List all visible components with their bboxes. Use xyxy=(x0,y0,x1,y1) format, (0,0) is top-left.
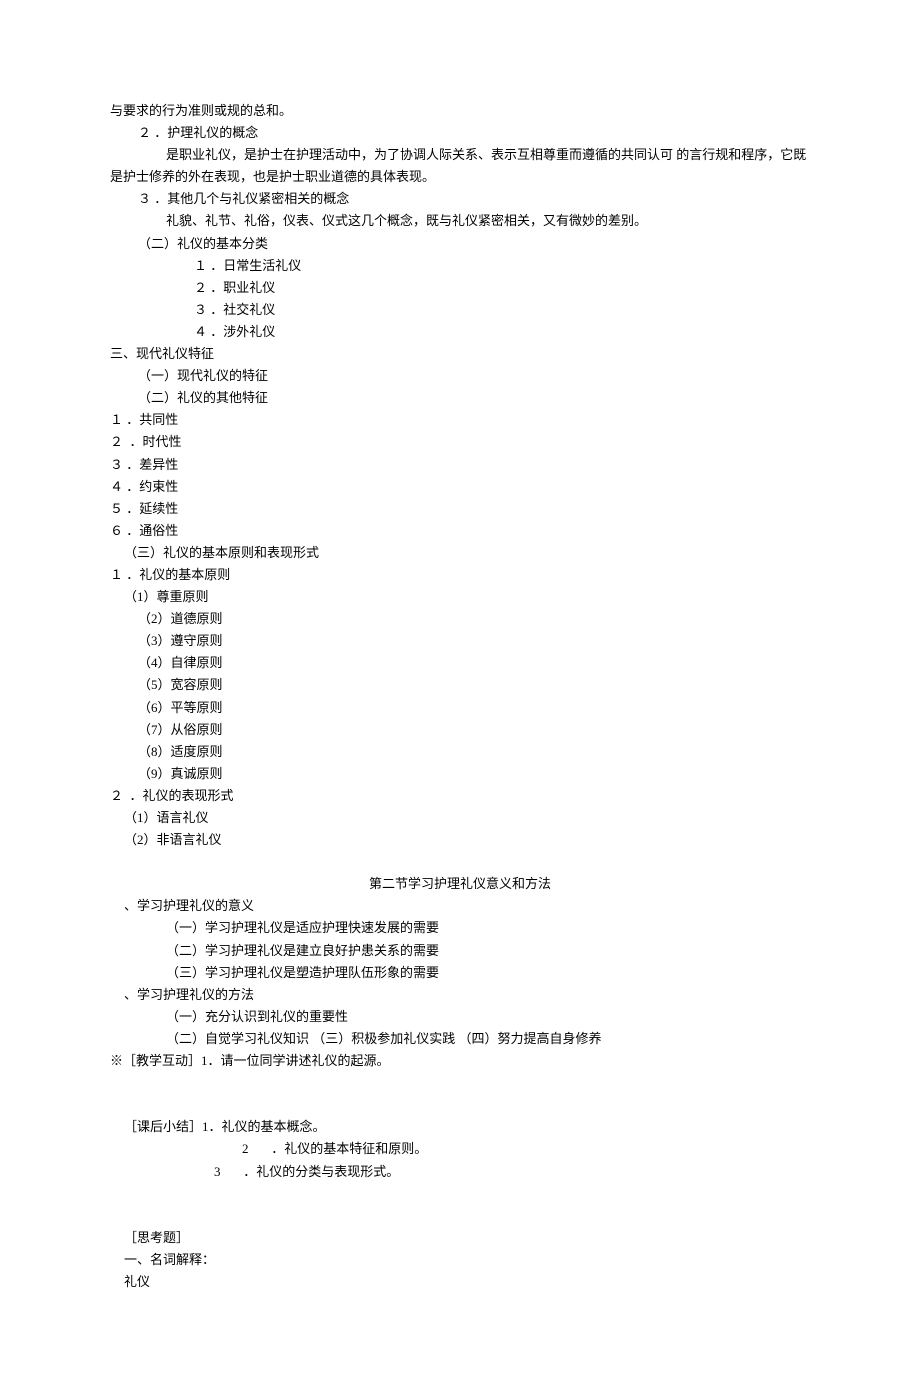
text-line: （7）从俗原则 xyxy=(110,719,810,741)
text-line xyxy=(110,1072,810,1094)
text-line: ２ ．护理礼仪的概念 xyxy=(110,122,810,144)
text-line xyxy=(110,1205,810,1227)
text-line: １ ．礼仪的基本原则 xyxy=(110,564,810,586)
text-line: ２ ．时代性 xyxy=(110,431,810,453)
text-line: （5）宽容原则 xyxy=(110,674,810,696)
text-line: （9）真诚原则 xyxy=(110,763,810,785)
text-line: （6）平等原则 xyxy=(110,697,810,719)
text-line: （1）尊重原则 xyxy=(110,586,810,608)
text-line: （二）礼仪的基本分类 xyxy=(110,233,810,255)
text-line: 2 ．礼仪的基本特征和原则。 xyxy=(110,1138,810,1160)
text-line: ２ ．职业礼仪 xyxy=(110,277,810,299)
text-line: （一）现代礼仪的特征 xyxy=(110,365,810,387)
text-line: （2）非语言礼仪 xyxy=(110,829,810,851)
text-line: （二）礼仪的其他特征 xyxy=(110,387,810,409)
text-line: （二）学习护理礼仪是建立良好护患关系的需要 xyxy=(110,940,810,962)
text-line: （3）遵守原则 xyxy=(110,630,810,652)
text-line: ３ ．其他几个与礼仪紧密相关的概念 xyxy=(110,188,810,210)
text-line: ※［教学互动］1．请一位同学讲述礼仪的起源。 xyxy=(110,1050,810,1072)
text-line: 是护士修养的外在表现，也是护士职业道德的具体表现。 xyxy=(110,166,810,188)
text-line: ５ ．延续性 xyxy=(110,498,810,520)
document-body: 与要求的行为准则或规的总和。２ ．护理礼仪的概念是职业礼仪，是护士在护理活动中，… xyxy=(110,100,810,1293)
text-line: （4）自律原则 xyxy=(110,652,810,674)
text-line: ２ ．礼仪的表现形式 xyxy=(110,785,810,807)
text-line: 礼仪 xyxy=(110,1271,810,1293)
text-line: （一）充分认识到礼仪的重要性 xyxy=(110,1006,810,1028)
text-line: （三）学习护理礼仪是塑造护理队伍形象的需要 xyxy=(110,962,810,984)
text-line: １ ．共同性 xyxy=(110,409,810,431)
text-line xyxy=(110,1094,810,1116)
text-line: ６ ．通俗性 xyxy=(110,520,810,542)
text-line: ３ ．差异性 xyxy=(110,454,810,476)
text-line: ４ ．约束性 xyxy=(110,476,810,498)
text-line: 是职业礼仪，是护士在护理活动中，为了协调人际关系、表示互相尊重而遵循的共同认可 … xyxy=(110,144,810,166)
document-page: 与要求的行为准则或规的总和。２ ．护理礼仪的概念是职业礼仪，是护士在护理活动中，… xyxy=(0,0,920,1373)
text-line: （一）学习护理礼仪是适应护理快速发展的需要 xyxy=(110,917,810,939)
text-line xyxy=(110,1183,810,1205)
text-line: １ ．日常生活礼仪 xyxy=(110,255,810,277)
text-line: （1）语言礼仪 xyxy=(110,807,810,829)
text-line: ［思考题］ xyxy=(110,1227,810,1249)
text-line: 第二节学习护理礼仪意义和方法 xyxy=(110,873,810,895)
text-line: 与要求的行为准则或规的总和。 xyxy=(110,100,810,122)
text-line: （8）适度原则 xyxy=(110,741,810,763)
text-line: ３ ．社交礼仪 xyxy=(110,299,810,321)
text-line: 、学习护理礼仪的意义 xyxy=(110,895,810,917)
text-line: ４ ．涉外礼仪 xyxy=(110,321,810,343)
text-line xyxy=(110,851,810,873)
text-line: 、学习护理礼仪的方法 xyxy=(110,984,810,1006)
text-line: 礼貌、礼节、礼俗，仪表、仪式这几个概念，既与礼仪紧密相关，又有微妙的差别。 xyxy=(110,210,810,232)
text-line: ［课后小结］1．礼仪的基本概念。 xyxy=(110,1116,810,1138)
text-line: （2）道德原则 xyxy=(110,608,810,630)
text-line: （三）礼仪的基本原则和表现形式 xyxy=(110,542,810,564)
text-line: 一、名词解释： xyxy=(110,1249,810,1271)
text-line: （二）自觉学习礼仪知识 （三）积极参加礼仪实践 （四）努力提高自身修养 xyxy=(110,1028,810,1050)
text-line: 3 ．礼仪的分类与表现形式。 xyxy=(110,1161,810,1183)
text-line: 三、现代礼仪特征 xyxy=(110,343,810,365)
